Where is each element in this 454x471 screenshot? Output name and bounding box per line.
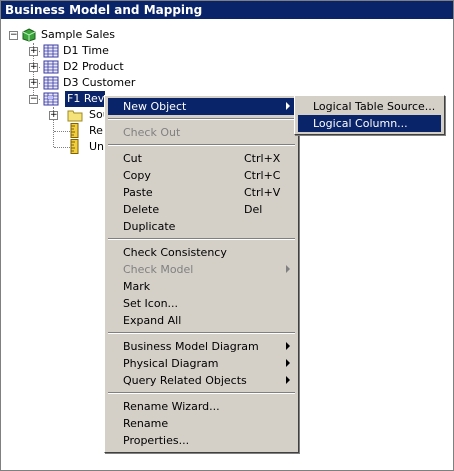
menu-item-copy[interactable]: Copy Ctrl+C: [108, 167, 295, 184]
menu-item-label: Expand All: [123, 314, 182, 327]
menu-separator: [108, 392, 295, 394]
menu-item-shortcut: Ctrl+V: [244, 186, 281, 199]
menu-item-label: Delete: [123, 203, 160, 216]
logical-table-icon: [43, 44, 59, 58]
new-object-submenu: Logical Table Source... Logical Column..…: [294, 95, 445, 135]
menu-item-query-related-objects[interactable]: Query Related Objects: [108, 372, 295, 389]
submenu-item-logical-table-source[interactable]: Logical Table Source...: [298, 98, 441, 115]
menu-item-rename[interactable]: Rename: [108, 415, 295, 432]
menu-item-label: Logical Column...: [313, 117, 408, 130]
menu-separator: [108, 144, 295, 146]
expand-icon[interactable]: +: [29, 63, 38, 72]
tree-node-label: D1 Time: [63, 44, 109, 57]
menu-item-duplicate[interactable]: Duplicate: [108, 218, 295, 235]
context-menu: New Object Check Out Cut Ctrl+X Copy Ctr…: [104, 95, 299, 453]
menu-item-label: Mark: [123, 280, 151, 293]
menu-item-label: Copy: [123, 169, 151, 182]
menu-item-check-out[interactable]: Check Out: [108, 124, 295, 141]
menu-item-properties[interactable]: Properties...: [108, 432, 295, 449]
menu-item-label: Business Model Diagram: [123, 340, 259, 353]
menu-item-check-model[interactable]: Check Model: [108, 261, 295, 278]
logical-column-ruler-icon: [69, 123, 85, 138]
menu-item-expand-all[interactable]: Expand All: [108, 312, 295, 329]
submenu-arrow-icon: [286, 102, 290, 110]
menu-item-label: Cut: [123, 152, 142, 165]
tree-node-label: D2 Product: [63, 60, 124, 73]
submenu-item-logical-column[interactable]: Logical Column...: [298, 115, 441, 132]
menu-item-paste[interactable]: Paste Ctrl+V: [108, 184, 295, 201]
submenu-arrow-icon: [286, 376, 290, 384]
menu-item-mark[interactable]: Mark: [108, 278, 295, 295]
menu-item-check-consistency[interactable]: Check Consistency: [108, 244, 295, 261]
menu-item-business-model-diagram[interactable]: Business Model Diagram: [108, 338, 295, 355]
menu-item-label: Logical Table Source...: [313, 100, 436, 113]
menu-item-label: Duplicate: [123, 220, 176, 233]
folder-icon: [67, 108, 83, 122]
tree-node-label: D3 Customer: [63, 76, 136, 89]
menu-item-label: Rename: [123, 417, 169, 430]
menu-item-label: New Object: [123, 100, 187, 113]
logical-table-icon: [43, 76, 59, 90]
menu-item-shortcut: Ctrl+X: [244, 152, 281, 165]
menu-item-label: Physical Diagram: [123, 357, 219, 370]
menu-separator: [108, 332, 295, 334]
menu-item-label: Check Model: [123, 263, 194, 276]
collapse-icon[interactable]: −: [9, 31, 18, 40]
menu-item-label: Query Related Objects: [123, 374, 247, 387]
menu-item-shortcut: Ctrl+C: [244, 169, 281, 182]
fact-table-icon: [43, 92, 59, 106]
submenu-arrow-icon: [286, 342, 290, 350]
expand-icon[interactable]: +: [49, 111, 58, 120]
business-model-cube-icon: [21, 28, 37, 42]
menu-separator: [108, 118, 295, 120]
menu-item-new-object[interactable]: New Object: [108, 98, 295, 115]
tree-node-label: Sample Sales: [41, 28, 116, 41]
collapse-icon[interactable]: −: [29, 95, 38, 104]
menu-item-shortcut: Del: [244, 203, 263, 216]
menu-item-label: Check Consistency: [123, 246, 227, 259]
expand-icon[interactable]: +: [29, 47, 38, 56]
menu-separator: [108, 238, 295, 240]
submenu-arrow-icon: [286, 265, 290, 273]
menu-item-physical-diagram[interactable]: Physical Diagram: [108, 355, 295, 372]
menu-item-label: Properties...: [123, 434, 190, 447]
tree-line: [54, 147, 70, 148]
logical-column-ruler-icon: [69, 139, 85, 154]
expand-icon[interactable]: +: [29, 79, 38, 88]
panel-title: Business Model and Mapping: [1, 1, 453, 19]
menu-item-cut[interactable]: Cut Ctrl+X: [108, 150, 295, 167]
tree-node-label: Un: [89, 140, 105, 153]
menu-item-label: Rename Wizard...: [123, 400, 220, 413]
logical-table-icon: [43, 60, 59, 74]
menu-item-label: Set Icon...: [123, 297, 179, 310]
submenu-arrow-icon: [286, 359, 290, 367]
menu-item-delete[interactable]: Delete Del: [108, 201, 295, 218]
tree-line: [54, 131, 70, 132]
menu-item-label: Paste: [123, 186, 153, 199]
tree-node-label: Re: [89, 124, 103, 137]
tree-node-label: F1 Rev: [64, 90, 106, 108]
menu-item-set-icon[interactable]: Set Icon...: [108, 295, 295, 312]
menu-item-rename-wizard[interactable]: Rename Wizard...: [108, 398, 295, 415]
menu-item-label: Check Out: [123, 126, 181, 139]
